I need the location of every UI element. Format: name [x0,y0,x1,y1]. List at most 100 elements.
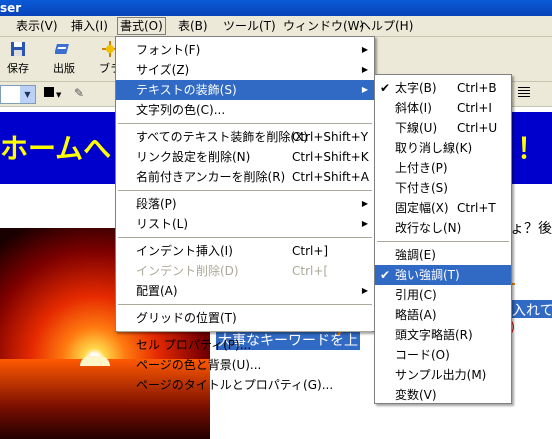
shortcut-text: Ctrl+] [292,244,329,258]
shortcut-text: Ctrl+B [457,81,497,95]
decoration_menu-item-label: サンプル出力(M) [395,368,487,382]
menu-separator [118,123,372,124]
format_menu-item[interactable]: ページのタイトルとプロパティ(G)... [116,375,374,395]
decoration_menu-item-label: 強い強調(T) [395,268,460,282]
format_menu-item[interactable]: 文字列の色(C)... [116,100,374,120]
save-icon [11,42,25,56]
decoration_menu-item[interactable]: 下線(U) Ctrl+U [375,118,511,138]
format_menu-item[interactable]: ページの色と背景(U)... [116,355,374,375]
style-dropdown[interactable]: ▼ [0,85,36,104]
format_menu-item-label: ページの色と背景(U)... [136,358,262,372]
decoration_menu-item-label: 固定幅(X) [395,201,449,215]
check-icon: ✔ [380,268,391,282]
menu-separator [377,241,509,242]
format_menu-item-label: 配置(A) [136,284,178,298]
menu-help[interactable]: ヘルプ(H) [357,18,415,34]
decoration_menu-item-label: 改行なし(N) [395,221,462,235]
format_menu-item[interactable]: グリッドの位置(T) [116,308,374,328]
body-text-right: ょ？後い [510,221,552,237]
submenu-arrow-icon: ▶ [361,286,368,295]
format_menu-item-label: リンク設定を削除(N) [136,150,251,164]
shortcut-text: Ctrl+I [457,101,492,115]
decoration_menu-item[interactable]: ✔ 太字(B) Ctrl+B [375,78,511,98]
format_menu-item[interactable]: インデント挿入(I) Ctrl+] [116,241,374,261]
menu-separator [118,237,372,238]
decoration_menu-item-label: 引用(C) [395,288,437,302]
format_menu-item[interactable]: 名前付きアンカーを削除(R) Ctrl+Shift+A [116,167,374,187]
color-dropdown-icon: ▼ [56,91,62,99]
format_menu-item[interactable]: セル プロパティ(P)... [116,335,374,355]
shortcut-text: Ctrl+Shift+K [292,150,369,164]
format_menu-item-label: テキストの装飾(S) [136,83,237,97]
decoration_menu-item[interactable]: 改行なし(N) [375,218,511,238]
menu-window[interactable]: ウィンドウ(W) [281,18,366,34]
menu-separator [118,304,372,305]
decoration_menu-item[interactable]: ✔ 強い強調(T) [375,265,511,285]
publish-icon [55,44,69,54]
decoration_menu-item[interactable]: 固定幅(X) Ctrl+T [375,198,511,218]
shortcut-text: Ctrl+Shift+Y [292,130,369,144]
format_menu-item[interactable]: リスト(L) ▶ [116,214,374,234]
format_menu-item-label: セル プロパティ(P)... [136,338,252,352]
decoration_menu-item[interactable]: 引用(C) [375,285,511,305]
menu-insert[interactable]: 挿入(I) [69,18,110,34]
format_menu-item[interactable]: リンク設定を削除(N) Ctrl+Shift+K [116,147,374,167]
format_menu-item[interactable]: テキストの装飾(S) ▶ [116,80,374,100]
decoration_menu-item[interactable]: サンプル出力(M) [375,365,511,385]
format_menu-item-label: 文字列の色(C)... [136,103,226,117]
pencil-icon[interactable]: ✎ [74,86,84,100]
submenu-arrow-icon: ▶ [361,65,368,74]
decoration_menu-item-label: 下付き(S) [395,181,448,195]
submenu-arrow-icon: ▶ [361,219,368,228]
format_menu-item-label: 名前付きアンカーを削除(R) [136,170,286,184]
format_menu-item[interactable]: 配置(A) ▶ [116,281,374,301]
decoration_menu-item-label: 下線(U) [395,121,438,135]
publish-button[interactable]: 出版 [46,40,82,76]
decoration_menu-item[interactable]: 強調(E) [375,245,511,265]
decoration_menu-item[interactable]: 上付き(P) [375,158,511,178]
submenu-arrow-icon: ▶ [361,199,368,208]
decoration_menu-item[interactable]: 変数(V) [375,385,511,405]
decoration_menu-item[interactable]: コード(O) [375,345,511,365]
format_menu-item-label: フォント(F) [136,43,201,57]
decoration_menu-item-label: 上付き(P) [395,161,448,175]
decoration_menu-item-label: コード(O) [395,348,450,362]
decoration_menu-item-label: 略語(A) [395,308,437,322]
decoration_menu-item-label: 太字(B) [395,81,437,95]
format_menu-item-label: グリッドの位置(T) [136,311,237,325]
format_menu-item[interactable]: サイズ(Z) ▶ [116,60,374,80]
publish-label: 出版 [53,62,75,75]
format_menu-item-label: 段落(P) [136,197,177,211]
format_menu-item[interactable]: すべてのテキスト装飾を削除(X) Ctrl+Shift+Y [116,127,374,147]
check-icon: ✔ [380,81,391,95]
decoration_menu-item[interactable]: 取り消し線(K) [375,138,511,158]
decoration_menu-item-label: 取り消し線(K) [395,141,473,155]
decoration_menu-item[interactable]: 頭文字略語(R) [375,325,511,345]
banner-exclamation: ！ [517,132,546,165]
format_menu-item[interactable]: インデント削除(D) Ctrl+[ [116,261,374,281]
selected-text-tail: 入れて [510,300,552,319]
menu-view[interactable]: 表示(V) [14,18,60,34]
window-title: ser [0,1,22,15]
dropdown-arrow-icon: ▼ [20,86,35,103]
menu-separator [118,190,372,191]
text-color-button[interactable]: ▼ [42,85,62,101]
format_menu-item[interactable]: 段落(P) ▶ [116,194,374,214]
align-justify-icon[interactable] [518,87,530,99]
decoration_menu-item[interactable]: 略語(A) [375,305,511,325]
shortcut-text: Ctrl+U [457,121,498,135]
sun-shape [80,356,110,366]
decoration_menu-item-label: 強調(E) [395,248,436,262]
menu-table[interactable]: 表(B) [176,18,210,34]
submenu-arrow-icon: ▶ [361,45,368,54]
decoration_menu-item-label: 頭文字略語(R) [395,328,473,342]
format-menu: フォント(F) ▶ サイズ(Z) ▶ テキストの装飾(S) ▶ 文字列の色(C)... すべて… [115,36,375,392]
menu-format[interactable]: 書式(O) [117,17,166,35]
decoration_menu-item[interactable]: 斜体(I) Ctrl+I [375,98,511,118]
decoration_menu-item[interactable]: 下付き(S) [375,178,511,198]
menu-tools[interactable]: ツール(T) [221,18,278,34]
format_menu-item[interactable]: フォント(F) ▶ [116,40,374,60]
save-button[interactable]: 保存 [0,40,36,76]
color-swatch [44,87,54,97]
format_menu-item-label: リスト(L) [136,217,189,231]
